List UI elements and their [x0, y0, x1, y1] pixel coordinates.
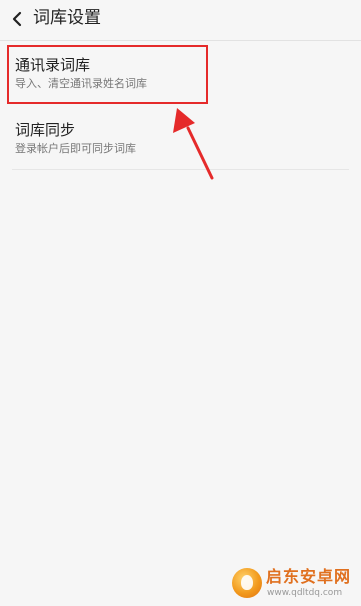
back-button[interactable] — [6, 8, 28, 30]
watermark: 启东安卓网 www.qdltdq.com — [232, 566, 358, 602]
header-bar: 词库设置 — [0, 0, 361, 41]
page-title: 词库设置 — [33, 8, 101, 28]
list-divider — [12, 169, 349, 170]
contacts-dictionary-item[interactable]: 通讯录词库 导入、清空通讯录姓名词库 — [0, 41, 361, 108]
orange-logo-icon — [232, 568, 262, 598]
dictionary-sync-item[interactable]: 词库同步 登录帐户后即可同步词库 — [0, 114, 361, 170]
contacts-dictionary-title: 通讯录词库 — [15, 56, 91, 74]
chevron-left-icon — [12, 11, 22, 27]
contacts-dictionary-description: 导入、清空通讯录姓名词库 — [15, 77, 147, 90]
watermark-url: www.qdltdq.com — [267, 588, 343, 598]
watermark-name: 启东安卓网 — [266, 567, 352, 586]
dictionary-sync-description: 登录帐户后即可同步词库 — [15, 142, 136, 155]
dictionary-sync-title: 词库同步 — [15, 121, 76, 139]
